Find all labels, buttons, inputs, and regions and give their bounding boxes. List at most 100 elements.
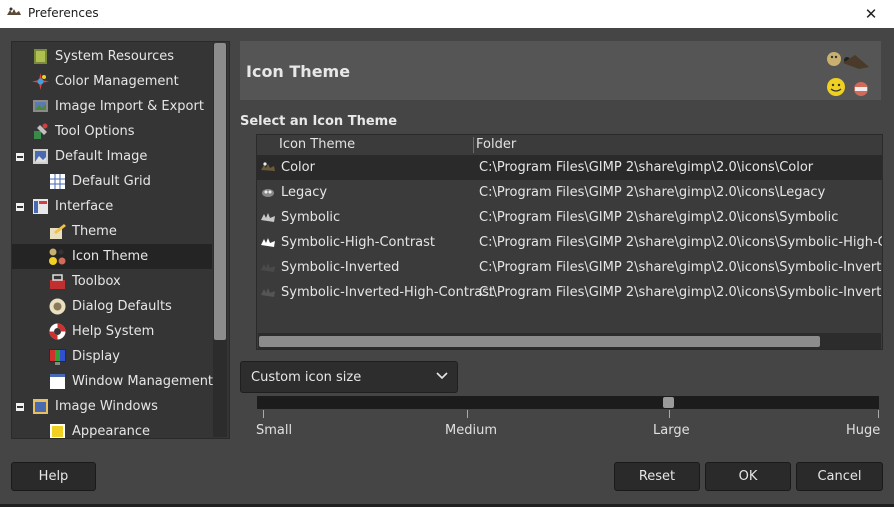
sidebar-item-display[interactable]: Display: [12, 344, 212, 369]
theme-folder: C:\Program Files\GIMP 2\share\gimp\2.0\i…: [479, 260, 883, 275]
slider-label-medium: Medium: [445, 423, 497, 438]
theme-name: Symbolic: [281, 210, 341, 225]
appearance-icon: [50, 424, 65, 438]
chevron-down-icon: [436, 372, 448, 380]
theme-name: Symbolic-Inverted-High-Contrast: [281, 285, 495, 300]
list-horizontal-scrollbar[interactable]: [258, 333, 881, 349]
sidebar-item-appearance[interactable]: Appearance: [12, 419, 212, 439]
interface-icon: [33, 199, 48, 214]
sidebar-item-tool-options[interactable]: Tool Options: [12, 119, 212, 144]
sidebar-item-theme[interactable]: Theme: [12, 219, 212, 244]
sidebar-item-help-system[interactable]: Help System: [12, 319, 212, 344]
column-separator[interactable]: [473, 137, 474, 153]
icon-theme-list: Icon Theme Folder Color C:\Program Files\…: [256, 134, 883, 350]
slider-tick: [467, 410, 468, 418]
sidebar-item-label: Theme: [72, 224, 117, 239]
default-image-icon: [33, 149, 48, 164]
theme-row[interactable]: Symbolic-Inverted-High-Contrast C:\Progra…: [257, 280, 882, 305]
sidebar-item-label: Dialog Defaults: [72, 299, 172, 314]
wilber-inverted-icon: [261, 263, 275, 272]
sidebar-scrollbar-thumb[interactable]: [214, 43, 226, 340]
display-icon: [49, 349, 66, 365]
sidebar-item-toolbox[interactable]: Toolbox: [12, 269, 212, 294]
close-icon[interactable]: ✕: [848, 0, 894, 28]
preferences-sidebar: System Resources Color Management Image Im…: [11, 41, 230, 439]
title-bar: Preferences ✕: [0, 0, 894, 28]
theme-row[interactable]: Legacy C:\Program Files\GIMP 2\share\gimp…: [257, 180, 882, 205]
grid-icon: [50, 174, 65, 189]
collapse-toggle-icon[interactable]: [16, 153, 24, 161]
sidebar-item-icon-theme[interactable]: Icon Theme: [12, 244, 212, 269]
sidebar-item-label: Color Management: [55, 74, 179, 89]
sidebar-item-default-image[interactable]: Default Image: [12, 144, 212, 169]
sidebar-item-label: Tool Options: [55, 124, 135, 139]
sidebar-scrollbar[interactable]: [213, 43, 227, 437]
section-label: Select an Icon Theme: [240, 114, 398, 129]
sidebar-item-label: Default Image: [55, 149, 148, 164]
theme-folder: C:\Program Files\GIMP 2\share\gimp\2.0\i…: [479, 185, 826, 200]
column-header-folder[interactable]: Folder: [476, 135, 516, 155]
dialog-defaults-icon: [49, 298, 66, 315]
sidebar-item-dialog-defaults[interactable]: Dialog Defaults: [12, 294, 212, 319]
wilber-inverted-high-contrast-icon: [261, 288, 275, 297]
theme-row[interactable]: Symbolic-Inverted C:\Program Files\GIMP 2…: [257, 255, 882, 280]
sidebar-item-label: Default Grid: [72, 174, 151, 189]
slider-tick: [878, 410, 879, 418]
sidebar-item-label: Display: [72, 349, 120, 364]
slider-tick: [669, 410, 670, 418]
sidebar-item-image-import-export[interactable]: Image Import & Export: [12, 94, 212, 119]
theme-name: Color: [281, 160, 315, 175]
theme-row[interactable]: Color C:\Program Files\GIMP 2\share\gimp\…: [257, 155, 882, 180]
list-scrollbar-thumb[interactable]: [259, 336, 820, 347]
collapse-toggle-icon[interactable]: [16, 403, 24, 411]
help-button[interactable]: Help: [11, 462, 96, 491]
sidebar-item-label: Help System: [72, 324, 155, 339]
sidebar-item-window-management[interactable]: Window Management: [12, 369, 214, 394]
icon-size-dropdown[interactable]: Custom icon size: [240, 361, 458, 393]
image-import-export-icon: [33, 100, 48, 112]
window-title: Preferences: [28, 6, 99, 20]
icon-size-slider-track[interactable]: [257, 396, 879, 409]
page-title: Icon Theme: [246, 62, 351, 81]
sidebar-item-label: Window Management: [72, 374, 214, 389]
theme-row[interactable]: Symbolic-High-Contrast C:\Program Files\G…: [257, 230, 882, 255]
sidebar-item-system-resources[interactable]: System Resources: [12, 44, 212, 69]
wilber-symbolic-icon: [261, 213, 275, 222]
icon-size-slider-handle[interactable]: [662, 397, 674, 408]
slider-label-large: Large: [653, 423, 690, 438]
wilber-high-contrast-icon: [261, 238, 275, 247]
theme-folder: C:\Program Files\GIMP 2\share\gimp\2.0\i…: [479, 235, 882, 250]
icon-theme-header-icon: [827, 52, 869, 96]
sidebar-item-label: Image Import & Export: [55, 99, 204, 114]
slider-tick: [263, 410, 264, 418]
sidebar-item-image-windows[interactable]: Image Windows: [12, 394, 212, 419]
sidebar-item-default-grid[interactable]: Default Grid: [12, 169, 212, 194]
sidebar-item-label: Appearance: [72, 424, 151, 439]
theme-icon: [50, 224, 66, 239]
ok-button[interactable]: OK: [705, 462, 791, 491]
slider-label-small: Small: [256, 423, 293, 438]
icon-theme-icon: [49, 248, 66, 265]
lifebuoy-icon: [49, 323, 66, 340]
column-header-icon-theme[interactable]: Icon Theme: [279, 135, 355, 155]
theme-name: Legacy: [281, 185, 328, 200]
theme-name: Symbolic-Inverted: [281, 260, 400, 275]
gimp-app-icon: [7, 7, 21, 15]
sidebar-item-label: Toolbox: [72, 274, 121, 289]
sidebar-item-color-management[interactable]: Color Management: [12, 69, 212, 94]
tool-options-icon: [34, 123, 48, 139]
theme-folder: C:\Program Files\GIMP 2\share\gimp\2.0\i…: [479, 160, 814, 175]
theme-folder: C:\Program Files\GIMP 2\share\gimp\2.0\i…: [479, 285, 882, 300]
reset-button[interactable]: Reset: [614, 462, 700, 491]
theme-row[interactable]: Symbolic C:\Program Files\GIMP 2\share\gi…: [257, 205, 882, 230]
collapse-toggle-icon[interactable]: [16, 203, 24, 211]
sidebar-item-label: System Resources: [55, 49, 174, 64]
theme-folder: C:\Program Files\GIMP 2\share\gimp\2.0\i…: [479, 210, 839, 225]
image-windows-icon: [33, 399, 48, 414]
toolbox-icon: [50, 274, 65, 289]
sidebar-item-interface[interactable]: Interface: [12, 194, 212, 219]
window-management-icon: [50, 374, 65, 389]
cancel-button[interactable]: Cancel: [796, 462, 883, 491]
slider-label-huge: Huge: [846, 423, 881, 438]
sidebar-item-label: Icon Theme: [72, 249, 149, 264]
